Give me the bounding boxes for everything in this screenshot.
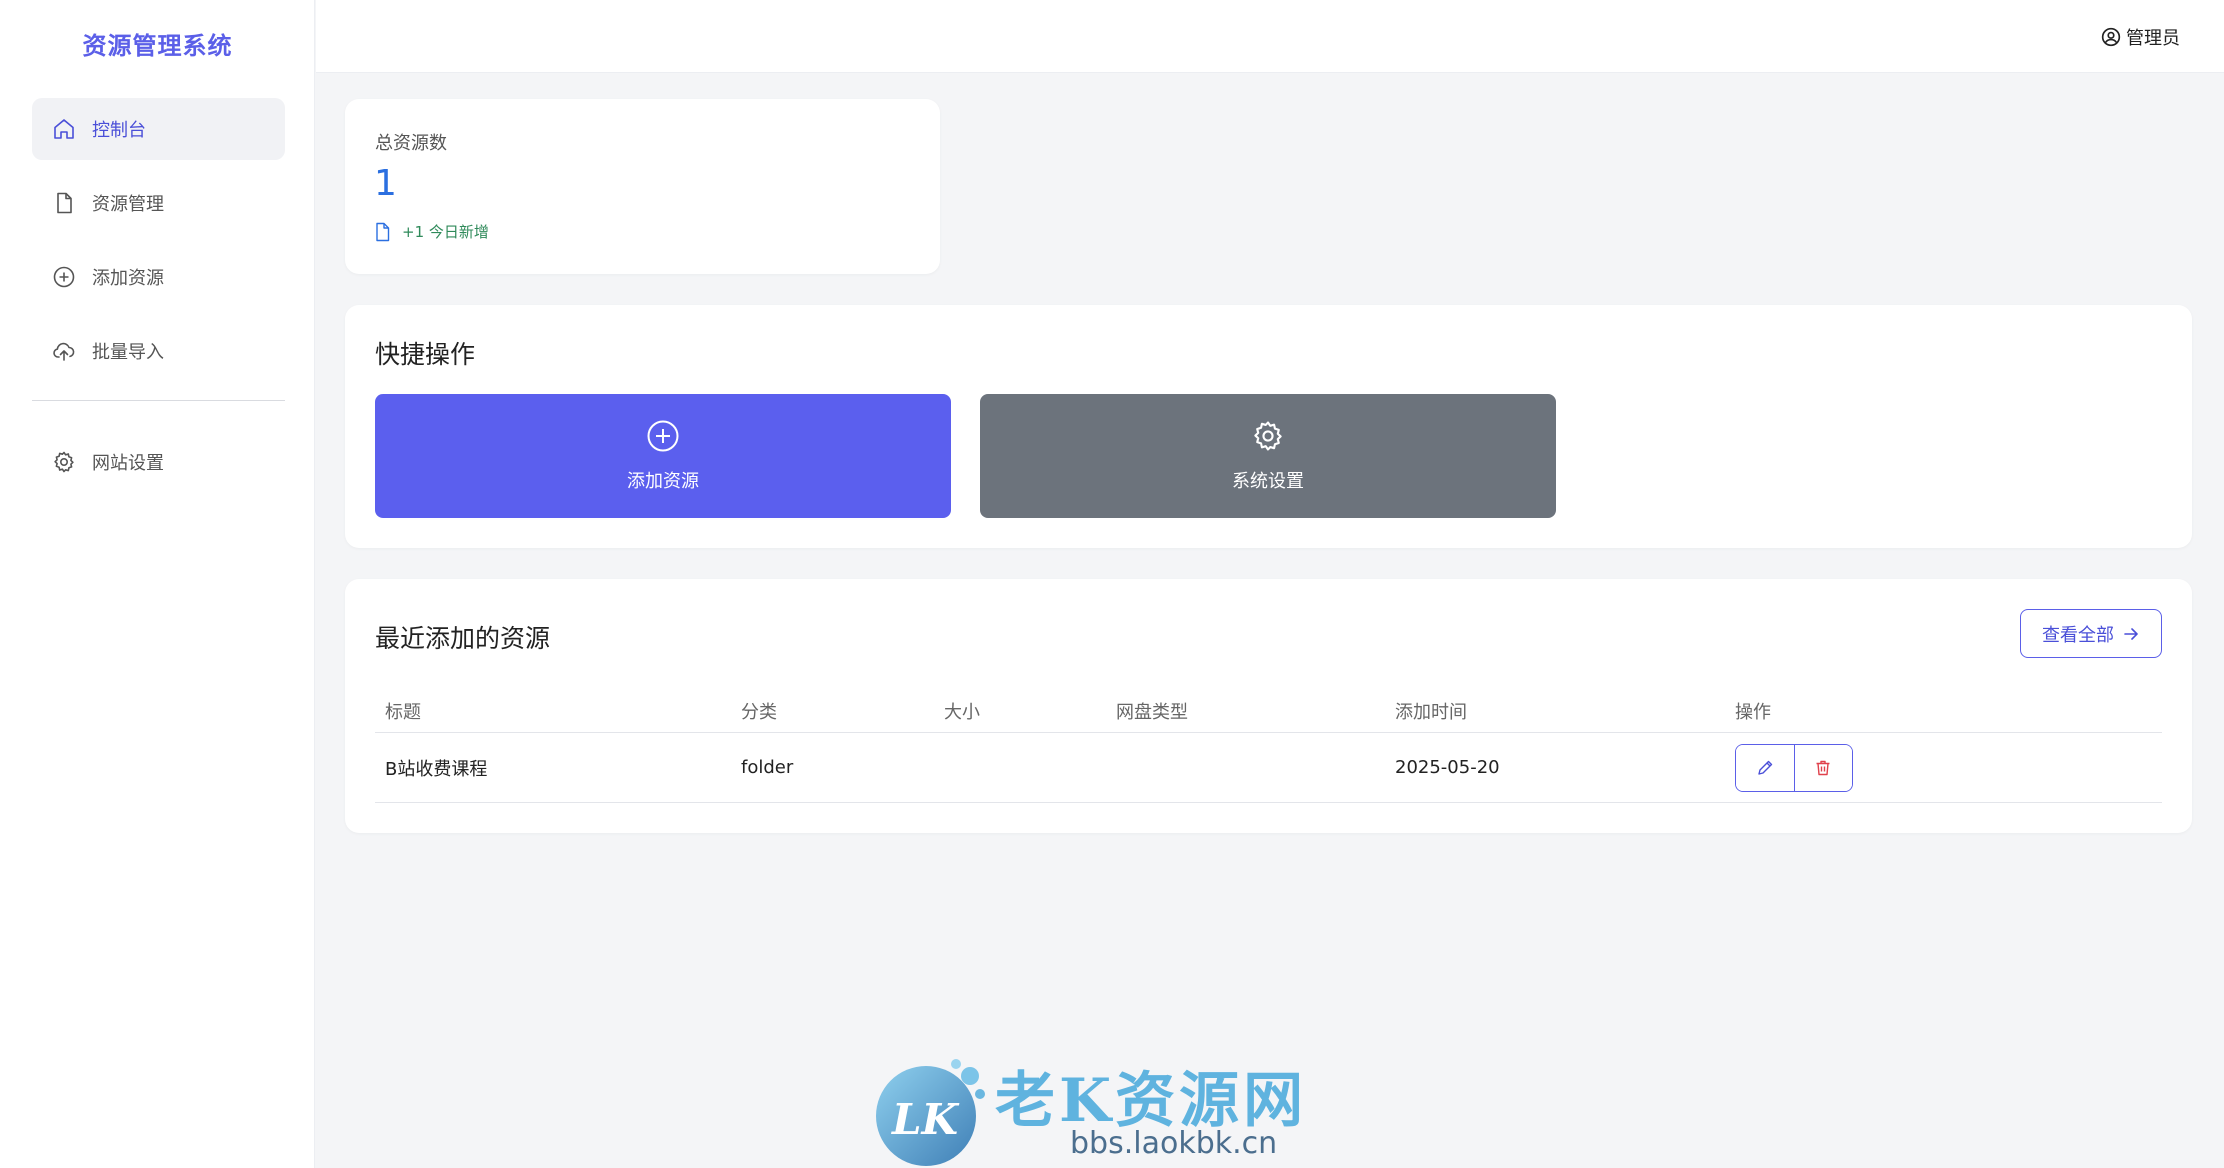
cloud-upload-icon [53, 342, 75, 361]
nav-divider [32, 400, 285, 401]
delete-button[interactable] [1793, 744, 1852, 791]
cell-title: B站收费课程 [385, 758, 488, 780]
edit-button[interactable] [1736, 744, 1794, 791]
file-icon [57, 192, 72, 214]
stat-sub-text: +1 今日新增 [402, 223, 489, 241]
sidebar-item-dashboard[interactable]: 控制台 [32, 98, 285, 160]
row-actions [1735, 743, 1853, 792]
sidebar-item-label: 资源管理 [92, 194, 164, 215]
watermark: LK 老K资源网 bbs.laokbk.cn [870, 1042, 1350, 1168]
section-title: 最近添加的资源 [375, 624, 551, 653]
sidebar-item-site-settings[interactable]: 网站设置 [32, 431, 285, 493]
gear-icon [54, 451, 74, 473]
watermark-url: bbs.laokbk.cn [1070, 1126, 1278, 1161]
plus-circle-icon [647, 420, 679, 452]
button-label: 系统设置 [1232, 471, 1304, 492]
watermark-logo-text: LK [891, 1095, 960, 1144]
add-resource-button[interactable]: 添加资源 [375, 394, 951, 518]
stat-value: 1 [374, 163, 397, 204]
system-settings-button[interactable]: 系统设置 [980, 394, 1556, 518]
table-header: 标题 分类 大小 网盘类型 添加时间 操作 [375, 689, 2162, 733]
recent-resources-table: 标题 分类 大小 网盘类型 添加时间 操作 B站收费课程 folder 2025… [375, 689, 2162, 803]
pencil-icon [1758, 760, 1772, 775]
sidebar-nav: 控制台 资源管理 添加资源 批量导入 网站设置 [32, 98, 285, 505]
quick-actions-card: 快捷操作 添加资源 系统设置 [345, 305, 2192, 548]
sidebar-item-batch-import[interactable]: 批量导入 [32, 320, 285, 382]
trash-icon [1816, 760, 1830, 775]
cell-actions [1735, 743, 2162, 792]
column-header: 分类 [741, 701, 777, 723]
section-title: 快捷操作 [375, 340, 476, 369]
sidebar-item-add-resource[interactable]: 添加资源 [32, 246, 285, 308]
arrow-right-icon [2124, 627, 2138, 640]
table-row: B站收费课程 folder 2025-05-20 [375, 733, 2162, 803]
column-header: 标题 [385, 701, 421, 723]
user-name: 管理员 [2126, 28, 2180, 49]
column-header: 网盘类型 [1116, 701, 1188, 723]
user-circle-icon [2101, 27, 2121, 47]
plus-circle-icon [53, 266, 75, 288]
sidebar: 资源管理系统 控制台 资源管理 添加资源 批量导入 网站设置 [0, 0, 315, 1168]
sidebar-item-label: 批量导入 [92, 342, 164, 363]
total-resources-card: 总资源数 1 +1 今日新增 [345, 99, 940, 274]
stat-label: 总资源数 [375, 133, 447, 154]
recent-resources-card: 最近添加的资源 查看全部 标题 分类 大小 网盘类型 添加时间 操作 B站收费课… [345, 579, 2192, 833]
sidebar-item-label: 控制台 [92, 120, 146, 141]
button-label: 查看全部 [2042, 624, 2114, 646]
stat-today-new: +1 今日新增 [374, 221, 489, 242]
cell-date: 2025-05-20 [1395, 757, 1500, 778]
column-header: 添加时间 [1395, 701, 1467, 723]
button-label: 添加资源 [627, 471, 699, 492]
column-header: 操作 [1735, 701, 1771, 723]
top-header: 管理员 [316, 0, 2224, 73]
view-all-button[interactable]: 查看全部 [2020, 609, 2162, 658]
cell-category: folder [741, 757, 794, 778]
sidebar-item-resources[interactable]: 资源管理 [32, 172, 285, 234]
brand-title: 资源管理系统 [82, 32, 233, 60]
home-icon [54, 119, 74, 139]
user-menu[interactable]: 管理员 [2101, 24, 2180, 50]
sidebar-item-label: 添加资源 [92, 268, 164, 289]
gear-icon [1254, 421, 1282, 451]
sidebar-item-label: 网站设置 [92, 453, 164, 474]
column-header: 大小 [944, 701, 980, 723]
watermark-logo: LK [876, 1059, 985, 1166]
file-icon [376, 222, 390, 241]
